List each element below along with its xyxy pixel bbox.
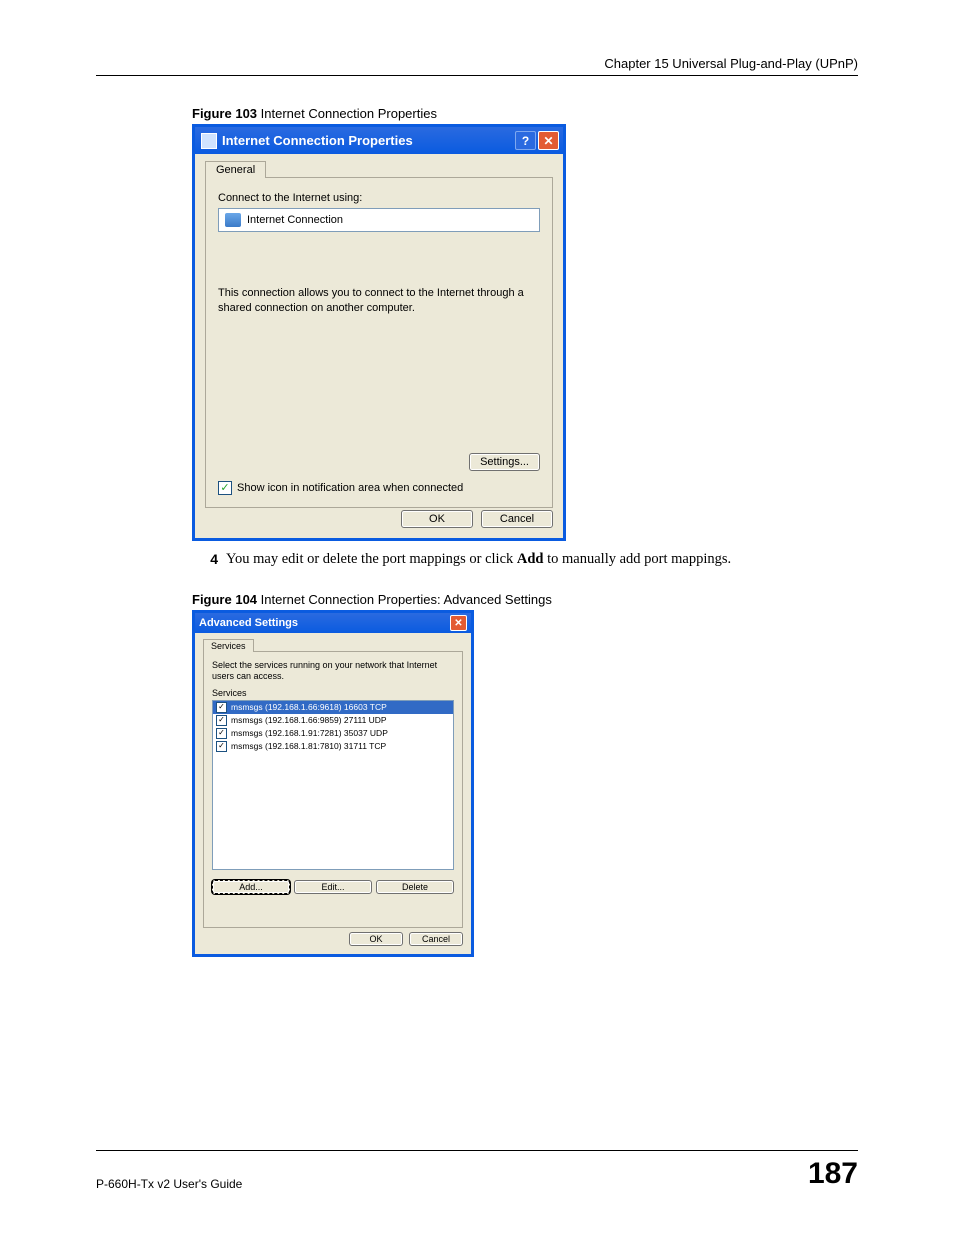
dialog-title: Internet Connection Properties [222, 133, 513, 148]
tab-general[interactable]: General [205, 161, 266, 178]
services-list[interactable]: ✓ msmsgs (192.168.1.66:9618) 16603 TCP ✓ ms… [212, 700, 454, 870]
services-instructions: Select the services running on your netw… [212, 660, 454, 682]
service-text: msmsgs (192.168.1.66:9859) 27111 UDP [231, 715, 387, 725]
help-button[interactable]: ? [515, 131, 536, 150]
step-text-before: You may edit or delete the port mappings… [226, 551, 517, 567]
ok-button[interactable]: OK [401, 510, 473, 528]
show-icon-label: Show icon in notification area when conn… [237, 482, 463, 494]
add-button[interactable]: Add... [212, 880, 290, 894]
network-icon [201, 133, 217, 149]
header-rule [96, 75, 858, 76]
step-text-after: to manually add port mappings. [544, 551, 732, 567]
page-footer: P-660H-Tx v2 User's Guide 187 [96, 1150, 858, 1191]
step-text: You may edit or delete the port mappings… [226, 551, 731, 568]
ok-button[interactable]: OK [349, 932, 403, 946]
service-checkbox[interactable]: ✓ [216, 715, 227, 726]
services-label: Services [212, 688, 454, 698]
edit-button[interactable]: Edit... [294, 880, 372, 894]
delete-button[interactable]: Delete [376, 880, 454, 894]
connection-icon [225, 213, 241, 227]
service-checkbox[interactable]: ✓ [216, 702, 227, 713]
connection-name: Internet Connection [247, 214, 343, 226]
service-checkbox[interactable]: ✓ [216, 741, 227, 752]
footer-rule [96, 1150, 858, 1151]
connection-box[interactable]: Internet Connection [218, 208, 540, 232]
cancel-button[interactable]: Cancel [409, 932, 463, 946]
dialog-title: Advanced Settings [199, 617, 450, 629]
close-button[interactable]: ✕ [538, 131, 559, 150]
figure-103-caption-bold: Figure 103 [192, 106, 257, 121]
figure-103-caption-text: Internet Connection Properties [257, 106, 437, 121]
figure-103-caption: Figure 103 Internet Connection Propertie… [192, 106, 858, 121]
service-item[interactable]: ✓ msmsgs (192.168.1.91:7281) 35037 UDP [213, 727, 453, 740]
step-number: 4 [192, 551, 226, 568]
chapter-header: Chapter 15 Universal Plug-and-Play (UPnP… [96, 56, 858, 71]
service-text: msmsgs (192.168.1.81:7810) 31711 TCP [231, 741, 386, 751]
page-number: 187 [808, 1157, 858, 1191]
settings-button[interactable]: Settings... [469, 453, 540, 471]
figure-104-caption-bold: Figure 104 [192, 592, 257, 607]
tab-services[interactable]: Services [203, 639, 254, 652]
connection-description: This connection allows you to connect to… [218, 286, 540, 316]
internet-connection-properties-dialog: Internet Connection Properties ? ✕ Gener… [192, 124, 566, 541]
cancel-button[interactable]: Cancel [481, 510, 553, 528]
tab-row: General [205, 160, 553, 178]
step-4: 4 You may edit or delete the port mappin… [192, 551, 858, 568]
tab-row: Services [203, 638, 463, 652]
step-text-bold: Add [517, 551, 544, 567]
close-button[interactable]: ✕ [450, 615, 467, 631]
service-item[interactable]: ✓ msmsgs (192.168.1.66:9618) 16603 TCP [213, 701, 453, 714]
advanced-settings-dialog: Advanced Settings ✕ Services Select the … [192, 610, 474, 957]
service-item[interactable]: ✓ msmsgs (192.168.1.81:7810) 31711 TCP [213, 740, 453, 753]
guide-name: P-660H-Tx v2 User's Guide [96, 1177, 242, 1191]
tab-content-general: Connect to the Internet using: Internet … [205, 178, 553, 508]
dialog-titlebar[interactable]: Internet Connection Properties ? ✕ [195, 127, 563, 154]
figure-104-caption-text: Internet Connection Properties: Advanced… [257, 592, 552, 607]
service-checkbox[interactable]: ✓ [216, 728, 227, 739]
figure-104-caption: Figure 104 Internet Connection Propertie… [192, 592, 858, 607]
service-text: msmsgs (192.168.1.91:7281) 35037 UDP [231, 728, 388, 738]
service-item[interactable]: ✓ msmsgs (192.168.1.66:9859) 27111 UDP [213, 714, 453, 727]
service-text: msmsgs (192.168.1.66:9618) 16603 TCP [231, 702, 387, 712]
dialog-titlebar[interactable]: Advanced Settings ✕ [195, 613, 471, 633]
tab-content-services: Select the services running on your netw… [203, 652, 463, 928]
connect-using-label: Connect to the Internet using: [218, 192, 540, 204]
show-icon-checkbox[interactable]: ✓ [218, 481, 232, 495]
